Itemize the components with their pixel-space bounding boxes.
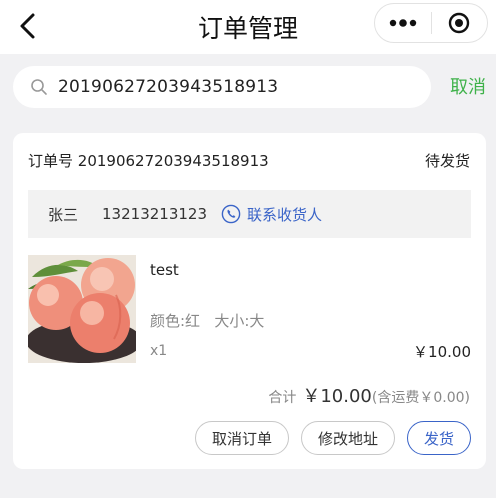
receiver-phone: 13213213123 bbox=[102, 205, 207, 223]
search-input[interactable] bbox=[58, 77, 418, 97]
navigation-bar: 订单管理 bbox=[0, 0, 496, 54]
order-total: 合计 ￥10.00 (含运费￥0.00) bbox=[268, 382, 470, 408]
search-icon bbox=[30, 77, 50, 97]
product-image bbox=[28, 255, 136, 363]
order-header: 订单号 20190627203943518913 待发货 bbox=[28, 149, 470, 171]
shipping-fee: (含运费￥0.00) bbox=[371, 390, 470, 406]
receiver-info: 张三 13213213123 联系收货人 bbox=[28, 190, 471, 238]
order-actions: 取消订单 修改地址 发货 bbox=[194, 421, 471, 455]
ship-button[interactable]: 发货 bbox=[406, 421, 471, 455]
product-price: ￥10.00 bbox=[413, 343, 471, 361]
order-card: 订单号 20190627203943518913 待发货 张三 13213213… bbox=[13, 133, 486, 469]
more-button[interactable] bbox=[375, 4, 431, 42]
target-close-icon bbox=[449, 12, 470, 34]
order-number-label: 订单号 bbox=[28, 151, 74, 170]
receiver-name: 张三 bbox=[48, 205, 79, 224]
search-bar: 取消 bbox=[0, 54, 496, 120]
order-number: 订单号 20190627203943518913 bbox=[28, 150, 269, 171]
order-number-value: 20190627203943518913 bbox=[77, 151, 269, 170]
order-status: 待发货 bbox=[424, 151, 470, 170]
more-dots-icon bbox=[389, 19, 416, 27]
mini-program-capsule bbox=[374, 3, 488, 43]
contact-receiver-label: 联系收货人 bbox=[247, 205, 323, 224]
contact-receiver-button[interactable]: 联系收货人 bbox=[221, 204, 322, 225]
close-button[interactable] bbox=[432, 4, 488, 42]
cancel-order-button[interactable]: 取消订单 bbox=[194, 421, 289, 455]
phone-icon bbox=[221, 204, 241, 224]
edit-address-button[interactable]: 修改地址 bbox=[300, 421, 395, 455]
total-label: 合计 bbox=[268, 390, 297, 406]
cancel-search-button[interactable]: 取消 bbox=[450, 73, 486, 99]
total-amount: ￥10.00 bbox=[302, 386, 372, 407]
product-name: test bbox=[150, 261, 179, 279]
search-box[interactable] bbox=[13, 66, 431, 108]
product-quantity: x1 bbox=[150, 343, 168, 359]
product-spec: 颜色:红 大小:大 bbox=[150, 312, 265, 330]
